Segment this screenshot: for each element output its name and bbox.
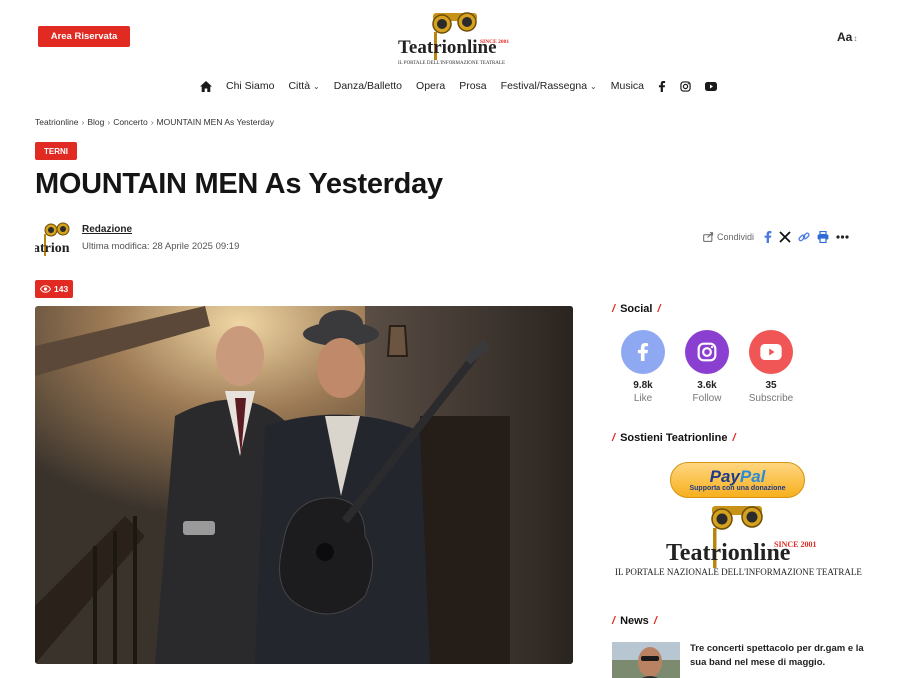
article-hero-image: [35, 306, 573, 664]
heading-slash: /: [657, 303, 661, 315]
share-facebook-icon[interactable]: [764, 231, 772, 243]
breadcrumb-separator: ›: [150, 117, 154, 127]
breadcrumb-link-blog[interactable]: Blog: [87, 117, 104, 127]
site-logo[interactable]: Teatrionline SINCE 2001 IL PORTALE DELL'…: [396, 10, 516, 70]
support-widget-title: / Sostieni Teatrionline /: [612, 432, 736, 444]
svg-text:SINCE 2001: SINCE 2001: [774, 540, 816, 549]
breadcrumb-current: MOUNTAIN MEN As Yesterday: [156, 117, 274, 127]
instagram-icon: [697, 342, 717, 362]
main-nav: Chi Siamo Città ⌄ Danza/Balletto Opera Pr…: [0, 80, 905, 92]
author-avatar[interactable]: atrion: [35, 220, 75, 260]
instagram-circle[interactable]: [685, 330, 729, 374]
svg-text:IL PORTALE DELL'INFORMAZIONE T: IL PORTALE DELL'INFORMAZIONE TEATRALE: [398, 61, 505, 66]
breadcrumb: Teatrionline › Blog › Concerto › MOUNTAI…: [35, 117, 274, 127]
svg-text:atrion: atrion: [35, 241, 70, 256]
teatrionline-banner-logo[interactable]: Teatrionline SINCE 2001 IL PORTALE NAZIO…: [612, 502, 862, 578]
chevron-down-icon: ⌄: [590, 81, 597, 91]
heading-slash: /: [612, 432, 616, 444]
view-count-badge: 143: [35, 280, 74, 298]
nav-item-musica[interactable]: Musica: [611, 80, 644, 92]
social-youtube[interactable]: 35 Subscribe: [748, 330, 794, 404]
article-title: MOUNTAIN MEN As Yesterday: [35, 168, 443, 200]
facebook-icon[interactable]: [658, 80, 666, 92]
heading-slash: /: [653, 615, 657, 627]
eye-icon: [40, 285, 51, 293]
news-list-item[interactable]: Tre concerti spettacolo per dr.gam e la …: [612, 642, 872, 678]
svg-text:SINCE 2001: SINCE 2001: [480, 39, 509, 45]
news-widget-title: / News /: [612, 615, 657, 627]
heading-slash: /: [612, 615, 616, 627]
nav-item-citta[interactable]: Città ⌄: [288, 80, 319, 92]
breadcrumb-separator: ›: [81, 117, 85, 127]
facebook-circle[interactable]: [621, 330, 665, 374]
author-name-link[interactable]: Redazione: [82, 224, 132, 235]
youtube-count: 35: [765, 380, 777, 391]
nav-item-danza-balletto[interactable]: Danza/Balletto: [334, 80, 402, 92]
news-title-link[interactable]: Tre concerti spettacolo per dr.gam e la …: [690, 642, 870, 670]
instagram-icon[interactable]: [680, 80, 691, 92]
breadcrumb-link-concerto[interactable]: Concerto: [113, 117, 148, 127]
social-widget-title: / Social /: [612, 303, 661, 315]
facebook-count: 9.8k: [633, 380, 653, 391]
share-label: Condividi: [703, 232, 754, 242]
paypal-logo: PayPal: [709, 466, 766, 486]
nav-item-chi-siamo[interactable]: Chi Siamo: [226, 80, 274, 92]
facebook-label: Like: [633, 393, 653, 404]
facebook-icon: [637, 343, 649, 361]
nav-item-opera[interactable]: Opera: [416, 80, 445, 92]
heading-slash: /: [732, 432, 736, 444]
social-instagram[interactable]: 3.6k Follow: [684, 330, 730, 404]
youtube-icon: [760, 344, 782, 360]
more-options-icon[interactable]: [836, 235, 849, 239]
category-badge[interactable]: TERNI: [35, 142, 77, 160]
youtube-label: Subscribe: [748, 393, 794, 404]
instagram-label: Follow: [692, 393, 722, 404]
chevron-down-icon: ⌄: [313, 81, 320, 91]
svg-text:Teatrionline: Teatrionline: [666, 540, 791, 566]
paypal-donate-button[interactable]: PayPal Supporta con una donazione: [670, 462, 805, 498]
news-thumbnail[interactable]: [612, 642, 680, 678]
youtube-icon[interactable]: [705, 81, 717, 91]
instagram-count: 3.6k: [697, 380, 717, 391]
social-facebook[interactable]: 9.8k Like: [620, 330, 666, 404]
area-riservata-button[interactable]: Area Riservata: [38, 26, 130, 47]
last-modified-date: Ultima modifica: 28 Aprile 2025 09:19: [82, 241, 240, 252]
paypal-subtitle: Supporta con una donazione: [689, 484, 786, 492]
svg-text:IL PORTALE NAZIONALE DELL'INFO: IL PORTALE NAZIONALE DELL'INFORMAZIONE T…: [615, 567, 862, 577]
breadcrumb-link-home[interactable]: Teatrionline: [35, 117, 78, 127]
share-bar: Condividi: [703, 231, 849, 243]
youtube-circle[interactable]: [749, 330, 793, 374]
copy-link-icon[interactable]: [798, 231, 810, 243]
social-counters: 9.8k Like 3.6k Follow 35 Subscribe: [620, 330, 794, 404]
share-x-icon[interactable]: [779, 231, 791, 243]
heading-slash: /: [612, 303, 616, 315]
nav-item-festival-rassegna[interactable]: Festival/Rassegna ⌄: [501, 80, 597, 92]
nav-item-prosa[interactable]: Prosa: [459, 80, 486, 92]
home-icon[interactable]: [200, 80, 212, 92]
share-icon: [703, 232, 714, 242]
font-size-toggle[interactable]: Aa↕: [837, 30, 857, 44]
print-icon[interactable]: [817, 231, 829, 243]
breadcrumb-separator: ›: [107, 117, 111, 127]
